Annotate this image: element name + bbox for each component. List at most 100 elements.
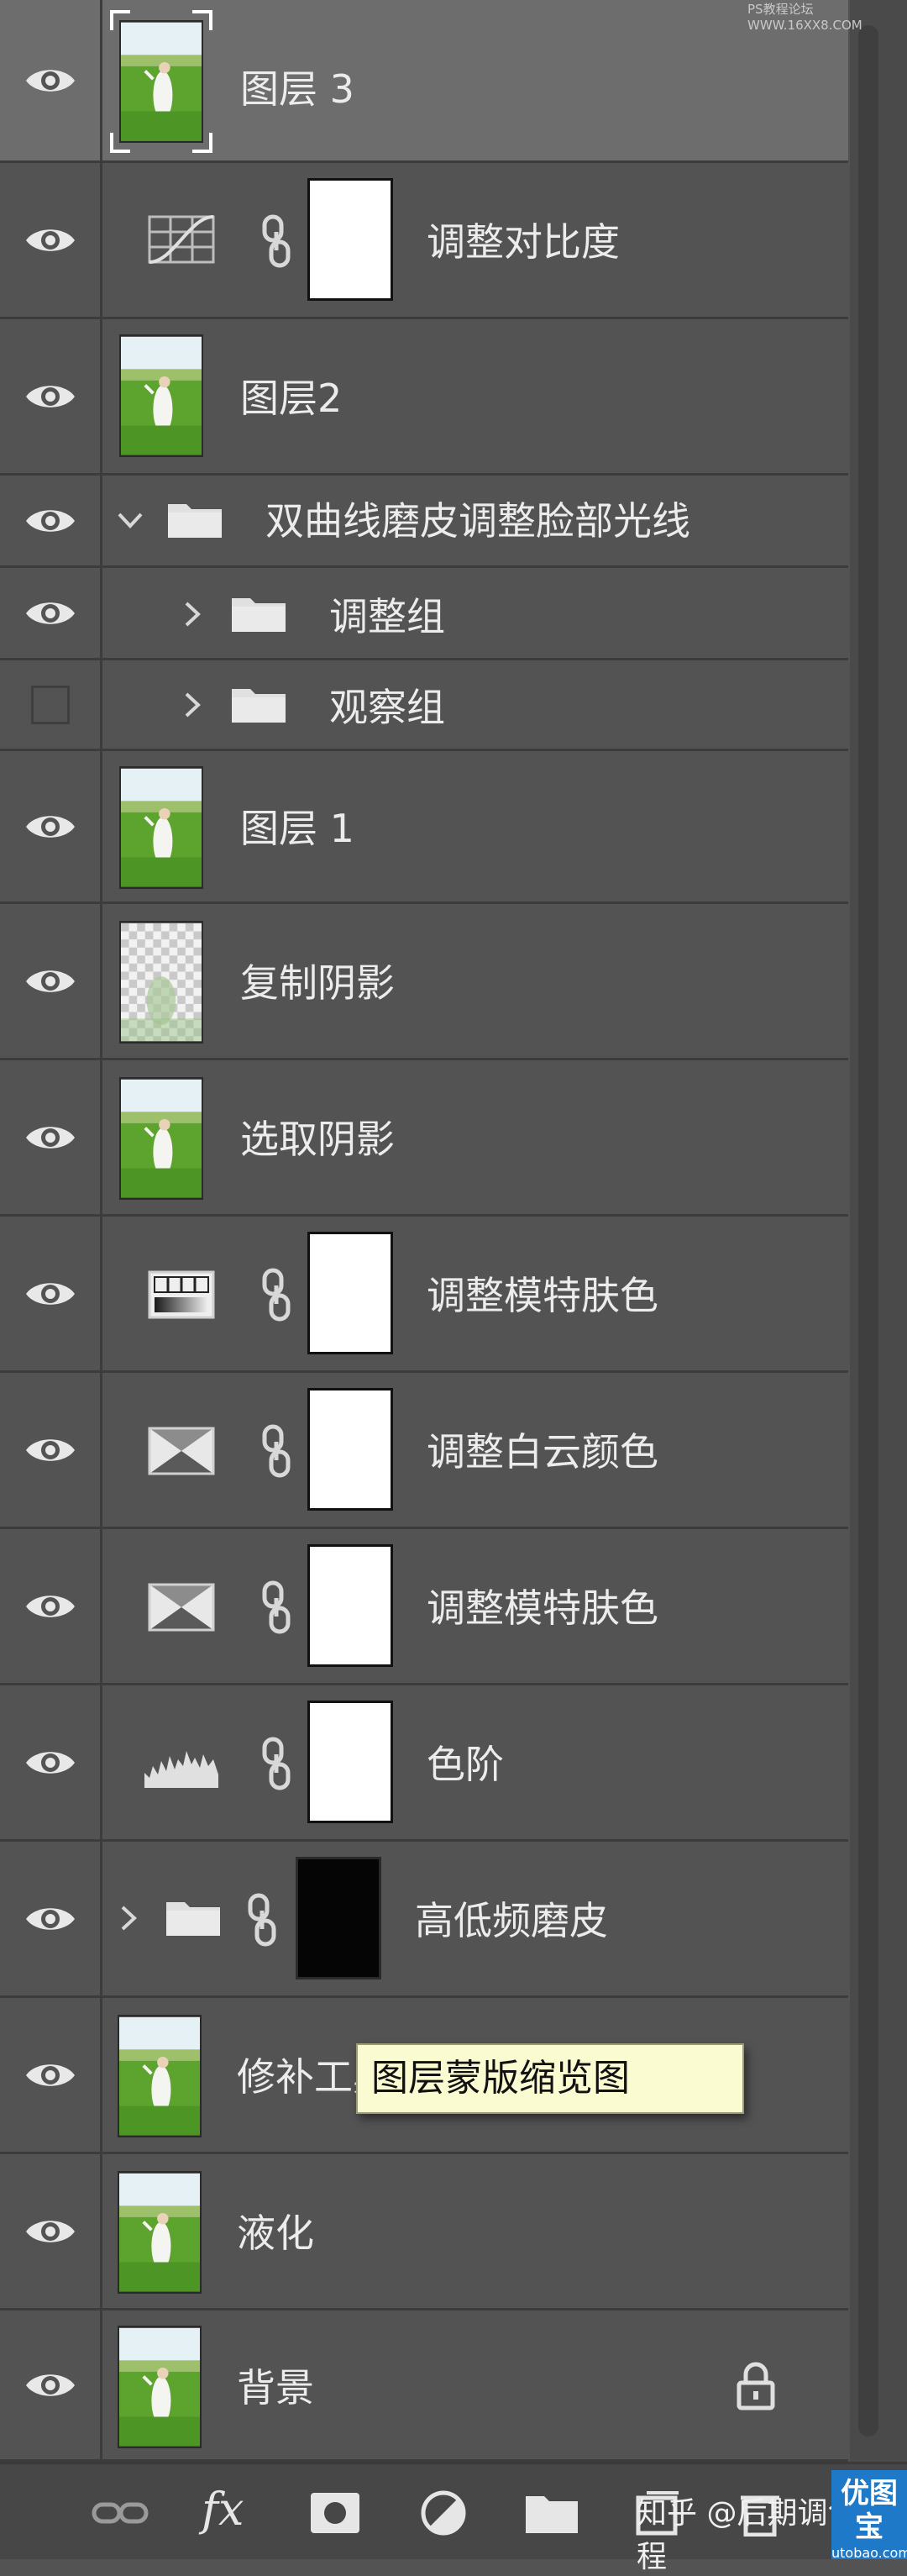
layer-row-layer3[interactable]: 图层 3 — [0, 0, 848, 163]
layer-name: 调整模特肤色 — [427, 1273, 658, 1318]
eye-icon — [24, 1122, 76, 1154]
visibility-toggle[interactable] — [0, 476, 102, 565]
photo-thumbnail — [121, 768, 202, 887]
layer-thumbnail[interactable] — [119, 334, 203, 457]
folder-icon — [230, 593, 287, 633]
chain-link-icon[interactable] — [260, 1580, 293, 1635]
watermark-top: PS教程论坛 WWW.16XX8.COM — [747, 2, 862, 33]
layer-name: 双曲线磨皮调整脸部光线 — [265, 498, 690, 544]
layer-name: 选取阴影 — [240, 1117, 395, 1162]
eye-icon — [24, 1747, 76, 1779]
gradient-map-icon — [148, 1270, 215, 1319]
visibility-toggle[interactable] — [0, 904, 102, 1058]
eye-icon — [24, 1590, 76, 1622]
eye-icon — [24, 965, 76, 997]
visibility-toggle[interactable] — [0, 1373, 102, 1527]
layer-thumbnail[interactable] — [119, 20, 203, 143]
layer-row-levels[interactable]: 色阶 — [0, 1685, 848, 1842]
scrollbar-thumb[interactable] — [858, 25, 878, 2437]
eye-icon — [24, 505, 76, 537]
layer-thumbnail[interactable] — [118, 2015, 202, 2137]
visibility-toggle[interactable] — [0, 1529, 102, 1683]
photo-thumbnail — [119, 2173, 200, 2292]
visibility-toggle[interactable] — [0, 163, 102, 317]
layer-mask-thumbnail[interactable] — [307, 1388, 393, 1511]
visibility-off-box — [30, 685, 70, 724]
eye-icon — [24, 1903, 76, 1935]
layer-row-layer1[interactable]: 图层 1 — [0, 751, 848, 904]
chain-link-icon[interactable] — [260, 1736, 293, 1791]
chain-link-icon[interactable] — [260, 213, 293, 269]
visibility-toggle[interactable] — [0, 0, 102, 160]
visibility-toggle[interactable] — [0, 1217, 102, 1370]
layer-row-group-observe[interactable]: 观察组 — [0, 660, 848, 751]
chain-link-icon[interactable] — [245, 1892, 279, 1948]
folder-icon — [166, 499, 223, 539]
layer-name: 图层 3 — [240, 66, 354, 112]
adjustment-icon[interactable] — [420, 2489, 467, 2537]
layer-row-liquify[interactable]: 液化 — [0, 2154, 848, 2311]
lock-icon[interactable] — [734, 2359, 778, 2411]
layer-mask-thumbnail[interactable] — [307, 1232, 393, 1354]
chevron-down-icon[interactable] — [116, 507, 144, 533]
visibility-toggle[interactable] — [0, 1685, 102, 1839]
eye-icon — [24, 811, 76, 843]
eye-icon — [24, 2369, 76, 2401]
layer-row-select-shadow[interactable]: 选取阴影 — [0, 1060, 848, 1217]
visibility-toggle[interactable] — [0, 1998, 102, 2152]
photo-thumbnail — [121, 1079, 202, 1198]
layer-row-freq[interactable]: 高低频磨皮 — [0, 1842, 848, 1998]
layer-mask-thumbnail[interactable] — [307, 178, 393, 301]
logo-line2: utobao.com — [831, 2545, 907, 2561]
layer-row-skin1[interactable]: 调整模特肤色 — [0, 1217, 848, 1373]
fx-icon[interactable]: fx — [202, 2483, 244, 2536]
layer-name: 高低频磨皮 — [415, 1898, 608, 1943]
chain-link-icon[interactable] — [260, 1423, 293, 1479]
layer-mask-thumbnail[interactable] — [296, 1857, 381, 1979]
layer-row-contrast[interactable]: 调整对比度 — [0, 163, 848, 319]
layer-row-layer2[interactable]: 图层2 — [0, 319, 848, 476]
layer-row-background[interactable]: 背景 — [0, 2311, 848, 2462]
layer-thumbnail[interactable] — [119, 766, 203, 889]
chevron-right-icon[interactable] — [180, 691, 205, 719]
visibility-toggle[interactable] — [0, 2311, 102, 2459]
eye-icon — [24, 1434, 76, 1466]
visibility-toggle[interactable] — [0, 2154, 102, 2308]
layer-name: 调整组 — [329, 594, 445, 639]
layer-name: 复制阴影 — [240, 960, 395, 1006]
utobao-logo: 优图宝 utobao.com — [831, 2470, 907, 2561]
chain-link-icon[interactable] — [260, 1267, 293, 1322]
levels-icon — [144, 1751, 218, 1788]
folder-icon — [230, 684, 287, 724]
eye-icon — [24, 65, 76, 97]
layer-row-group-dodge[interactable]: 双曲线磨皮调整脸部光线 — [0, 476, 848, 568]
layer-thumbnail[interactable] — [119, 1077, 203, 1200]
folder-icon[interactable] — [524, 2489, 579, 2537]
transparent-thumbnail — [121, 923, 202, 1042]
layer-row-copy-shadow[interactable]: 复制阴影 — [0, 904, 848, 1060]
layer-thumbnail[interactable] — [118, 2326, 202, 2448]
chevron-right-icon[interactable] — [180, 600, 205, 628]
eye-icon — [24, 597, 76, 629]
visibility-toggle[interactable] — [0, 319, 102, 473]
layer-thumbnail[interactable] — [119, 921, 203, 1044]
layer-name: 液化 — [237, 2211, 314, 2256]
chevron-right-icon[interactable] — [116, 1904, 141, 1932]
visibility-toggle[interactable] — [0, 660, 102, 749]
layer-mask-thumbnail[interactable] — [307, 1701, 393, 1823]
curves-icon — [148, 215, 215, 264]
visibility-toggle[interactable] — [0, 568, 102, 658]
link-icon[interactable] — [91, 2489, 149, 2537]
layer-row-cloud[interactable]: 调整白云颜色 — [0, 1373, 848, 1529]
layer-name: 调整白云颜色 — [427, 1429, 658, 1475]
layer-row-group-adjust[interactable]: 调整组 — [0, 568, 848, 660]
layer-thumbnail[interactable] — [118, 2171, 202, 2294]
mask-icon[interactable] — [309, 2489, 361, 2537]
visibility-toggle[interactable] — [0, 751, 102, 902]
layer-mask-thumbnail[interactable] — [307, 1544, 393, 1667]
eye-icon — [24, 2216, 76, 2247]
visibility-toggle[interactable] — [0, 1060, 102, 1214]
layer-row-skin2[interactable]: 调整模特肤色 — [0, 1529, 848, 1685]
visibility-toggle[interactable] — [0, 1842, 102, 1995]
eye-icon — [24, 1278, 76, 1310]
